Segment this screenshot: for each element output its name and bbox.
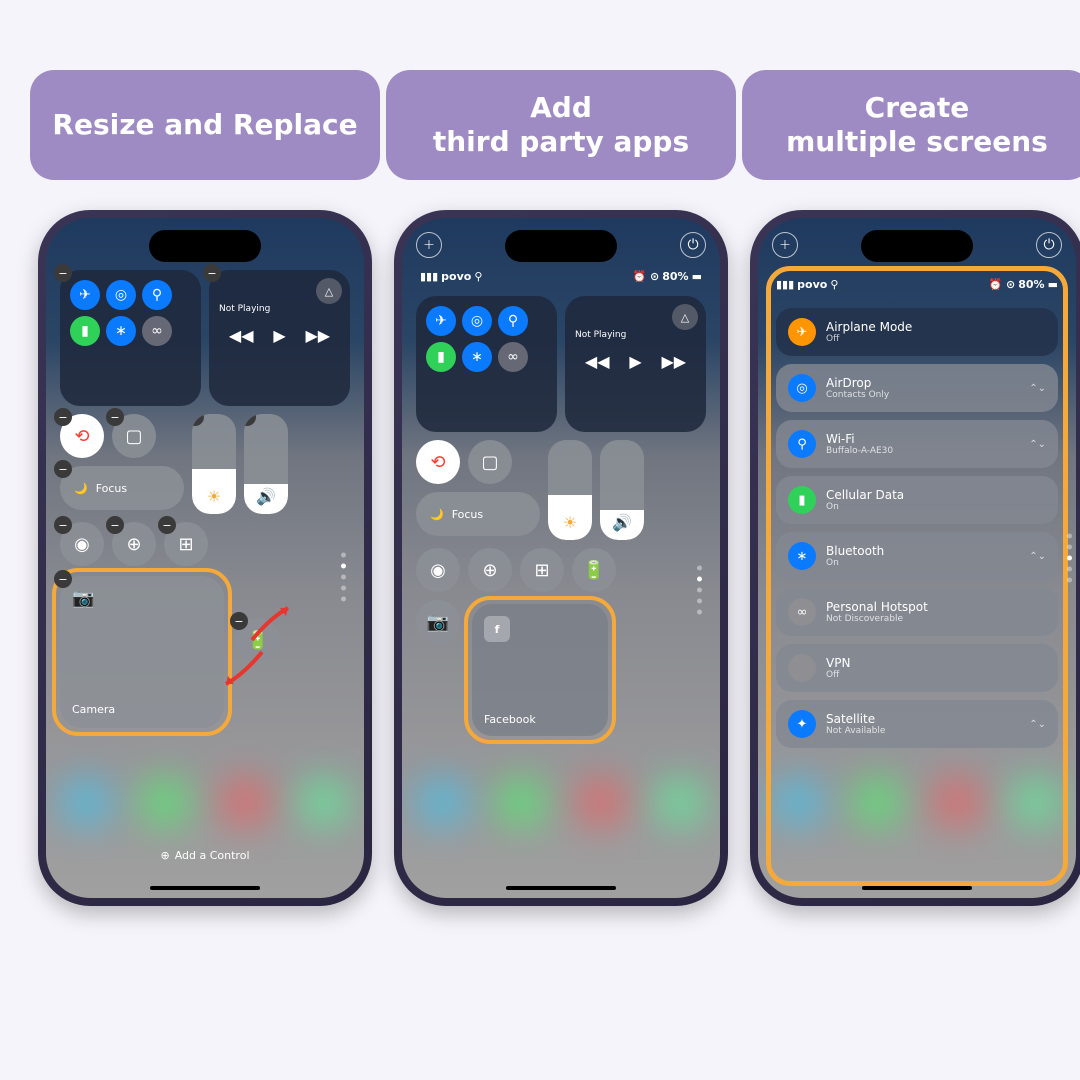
wifi-icon[interactable]: ⚲ [142, 280, 172, 310]
list-icon: ✈ [788, 318, 816, 346]
focus-button[interactable]: −🌙 Focus [60, 466, 184, 510]
list-item-vpn[interactable]: VPNOff [776, 644, 1058, 692]
home-indicator[interactable] [150, 886, 260, 890]
focus-button[interactable]: 🌙 Focus [416, 492, 540, 536]
cellular-icon[interactable]: ▮ [70, 316, 100, 346]
media-tile[interactable]: − △ Not Playing ◀◀▶▶▶ [209, 270, 350, 406]
connectivity-tile[interactable]: − ✈ ◎ ⚲ ▮ ∗ ∞ [60, 270, 201, 406]
phone-frame-3: + ⏻ ▮▮▮ povo ⚲ ⏰ ⊙ 80% ▬ ✈Airplane ModeOff… [750, 210, 1080, 906]
play-icon[interactable]: ▶ [273, 326, 285, 345]
remove-icon[interactable]: − [203, 264, 221, 282]
connectivity-tile[interactable]: ✈ ◎ ⚲ ▮ ∗ ∞ [416, 296, 557, 432]
power-button[interactable]: ⏻ [1036, 232, 1062, 258]
media-tile[interactable]: △ Not Playing ◀◀▶▶▶ [565, 296, 706, 432]
play-icon[interactable]: ▶ [629, 352, 641, 371]
volume-slider[interactable]: 🔊 [600, 440, 644, 540]
volume-slider[interactable]: −🔊 [244, 414, 288, 514]
magnifier-button[interactable]: ⊕ [468, 548, 512, 592]
airplane-icon[interactable]: ✈ [426, 306, 456, 336]
list-item-satellite[interactable]: ✦SatelliteNot Available⌃⌄ [776, 700, 1058, 748]
camera-button[interactable]: 📷 [416, 600, 460, 644]
bluetooth-icon[interactable]: ∗ [462, 342, 492, 372]
list-icon: ∞ [788, 598, 816, 626]
list-icon: ∗ [788, 542, 816, 570]
list-icon: ▮ [788, 486, 816, 514]
record-button[interactable]: ◉ [416, 548, 460, 592]
facebook-tile[interactable]: f Facebook [472, 604, 608, 736]
screen-mirror-button[interactable]: ▢ [468, 440, 512, 484]
home-indicator[interactable] [506, 886, 616, 890]
bluetooth-icon[interactable]: ∗ [106, 316, 136, 346]
badge-resize: Resize and Replace [30, 70, 380, 180]
list-item-airdrop[interactable]: ◎AirDropContacts Only⌃⌄ [776, 364, 1058, 412]
phone-frame-1: − ✈ ◎ ⚲ ▮ ∗ ∞ − △ Not Playing ◀◀▶▶▶ −⟲ −… [38, 210, 372, 906]
battery-button[interactable]: 🔋 [572, 548, 616, 592]
prev-icon[interactable]: ◀◀ [229, 326, 254, 345]
badge-thirdparty: Add third party apps [386, 70, 736, 180]
chevron-icon: ⌃⌄ [1029, 383, 1046, 394]
status-left: ▮▮▮ povo ⚲ [776, 278, 838, 291]
list-item-wi-fi[interactable]: ⚲Wi-FiBuffalo-A-AE30⌃⌄ [776, 420, 1058, 468]
rotation-lock-button[interactable]: ⟲ [416, 440, 460, 484]
badge-multiscreen: Create multiple screens [742, 70, 1080, 180]
status-left: ▮▮▮ povo ⚲ [420, 270, 482, 283]
home-indicator[interactable] [862, 886, 972, 890]
list-icon: ✦ [788, 710, 816, 738]
calculator-button[interactable]: ⊞ [520, 548, 564, 592]
next-icon[interactable]: ▶▶ [305, 326, 330, 345]
prev-icon[interactable]: ◀◀ [585, 352, 610, 371]
remove-icon[interactable]: − [54, 264, 72, 282]
list-icon: ◎ [788, 374, 816, 402]
screen-mirror-button[interactable]: −▢ [112, 414, 156, 458]
power-button[interactable]: ⏻ [680, 232, 706, 258]
add-button[interactable]: + [416, 232, 442, 258]
dynamic-island [505, 230, 617, 262]
airplay-icon[interactable]: △ [672, 304, 698, 330]
phone-frame-2: +⏻ ▮▮▮ povo ⚲⏰ ⊙ 80% ▬ ✈ ◎ ⚲ ▮ ∗ ∞ △ Not… [394, 210, 728, 906]
chevron-icon: ⌃⌄ [1029, 439, 1046, 450]
next-icon[interactable]: ▶▶ [661, 352, 686, 371]
status-right: ⏰ ⊙ 80% ▬ [633, 270, 703, 283]
calculator-button[interactable]: −⊞ [164, 522, 208, 566]
airplane-icon[interactable]: ✈ [70, 280, 100, 310]
dynamic-island [149, 230, 261, 262]
brightness-slider[interactable]: ☀ [548, 440, 592, 540]
swap-arrow-icon [216, 640, 272, 696]
list-item-cellular-data[interactable]: ▮Cellular DataOn [776, 476, 1058, 524]
hotspot-icon[interactable]: ∞ [142, 316, 172, 346]
airdrop-icon[interactable]: ◎ [106, 280, 136, 310]
wifi-icon[interactable]: ⚲ [498, 306, 528, 336]
chevron-icon: ⌃⌄ [1029, 719, 1046, 730]
dynamic-island [861, 230, 973, 262]
rotation-lock-button[interactable]: −⟲ [60, 414, 104, 458]
brightness-slider[interactable]: −☀ [192, 414, 236, 514]
facebook-highlight: f Facebook [464, 596, 616, 744]
add-button[interactable]: + [772, 232, 798, 258]
chevron-icon: ⌃⌄ [1029, 551, 1046, 562]
airplay-icon[interactable]: △ [316, 278, 342, 304]
airdrop-icon[interactable]: ◎ [462, 306, 492, 336]
cellular-icon[interactable]: ▮ [426, 342, 456, 372]
list-item-bluetooth[interactable]: ∗BluetoothOn⌃⌄ [776, 532, 1058, 580]
list-item-personal-hotspot[interactable]: ∞Personal HotspotNot Discoverable [776, 588, 1058, 636]
add-control-button[interactable]: ⊕ Add a Control [160, 849, 249, 862]
status-right: ⏰ ⊙ 80% ▬ [989, 278, 1059, 291]
hotspot-icon[interactable]: ∞ [498, 342, 528, 372]
list-item-airplane-mode[interactable]: ✈Airplane ModeOff [776, 308, 1058, 356]
list-icon [788, 654, 816, 682]
camera-highlight: − 📷 Camera [52, 568, 232, 736]
magnifier-button[interactable]: −⊕ [112, 522, 156, 566]
list-icon: ⚲ [788, 430, 816, 458]
record-button[interactable]: −◉ [60, 522, 104, 566]
camera-tile[interactable]: − 📷 Camera [60, 576, 224, 728]
